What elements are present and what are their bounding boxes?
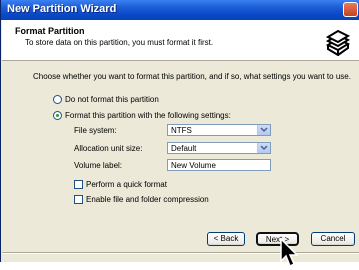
checkbox-label: Enable file and folder compression <box>86 195 209 204</box>
allocation-unit-size-select[interactable]: Default <box>167 142 271 154</box>
file-system-value: NTFS <box>171 126 192 135</box>
wizard-header: Format Partition To store data on this p… <box>2 20 359 61</box>
divider <box>2 252 359 254</box>
dropdown-button[interactable] <box>257 143 270 153</box>
quick-format-checkbox[interactable] <box>74 180 83 189</box>
close-button[interactable] <box>343 2 358 17</box>
radio-label: Do not format this partition <box>65 95 159 104</box>
disk-icon <box>324 28 352 57</box>
mouse-pointer-icon <box>280 238 299 268</box>
volume-label-value: New Volume <box>171 161 216 170</box>
intro-text: Choose whether you want to format this p… <box>33 72 351 81</box>
volume-label-label: Volume label: <box>74 161 123 170</box>
volume-label-input[interactable]: New Volume <box>167 159 271 171</box>
allocation-unit-size-value: Default <box>171 144 197 153</box>
wizard-window: New Partition Wizard Format Partition To… <box>0 0 359 262</box>
screenshot-stage: New Partition Wizard Format Partition To… <box>0 0 359 270</box>
allocation-unit-size-label: Allocation unit size: <box>74 144 143 153</box>
checkbox-label: Perform a quick format <box>86 180 167 189</box>
chevron-down-icon <box>260 127 268 133</box>
compression-checkbox[interactable] <box>74 195 83 204</box>
window-title: New Partition Wizard <box>7 3 117 15</box>
radio-button[interactable] <box>53 95 62 104</box>
title-bar[interactable]: New Partition Wizard <box>1 0 359 20</box>
file-system-select[interactable]: NTFS <box>167 124 271 136</box>
radio-button[interactable] <box>53 111 62 120</box>
cancel-button[interactable]: Cancel <box>311 232 355 246</box>
page-subtitle: To store data on this partition, you mus… <box>25 38 214 47</box>
page-title: Format Partition <box>15 26 85 36</box>
file-system-label: File system: <box>74 126 117 135</box>
dropdown-button[interactable] <box>257 125 270 135</box>
radio-label: Format this partition with the following… <box>65 111 231 120</box>
back-button[interactable]: < Back <box>207 232 245 246</box>
chevron-down-icon <box>260 145 268 151</box>
